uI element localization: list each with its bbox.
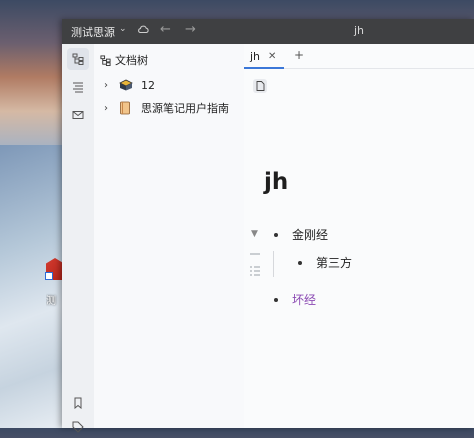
tag-icon [72,421,84,433]
inbox-dock-button[interactable] [67,104,89,126]
desktop-wallpaper [0,145,62,428]
tab-jh[interactable]: jh ✕ [244,44,284,69]
editor-panel: jh ✕ + jh ▼ 金刚经 第三方 坏经 [244,44,474,428]
outline-icon [73,82,83,93]
close-icon[interactable]: ✕ [268,51,276,62]
app-window: 测试思源 ⌄ ← → jh 文档树 › 12 › 思源笔记用户指南 jh ✕ +… [62,19,474,433]
left-dock [62,44,95,433]
document-title[interactable]: jh [264,169,288,195]
back-arrow-icon[interactable]: ← [160,22,171,37]
tree-item-label: 12 [141,78,155,92]
block-gutter-icon[interactable] [249,252,261,276]
add-tab-plus-icon[interactable]: + [294,48,304,62]
chevron-right-icon[interactable]: › [104,80,116,91]
workspace-name[interactable]: 测试思源 [71,24,115,40]
tab-bar: jh ✕ + [244,44,474,69]
document-icon[interactable] [253,79,267,93]
tree-item-user-guide[interactable]: › 思源笔记用户指南 [104,99,229,117]
block-ref-link[interactable]: 坏经 [292,291,316,308]
bookmark-icon [74,397,82,409]
mail-icon [72,111,84,119]
bullet-icon [274,232,278,237]
indent-guide [273,251,274,277]
list-item-text: 第三方 [316,256,353,270]
tree-item-label: 思源笔记用户指南 [141,102,229,115]
list-item[interactable]: 坏经 [274,291,316,308]
list-item-text: 金刚经 [292,228,329,242]
file-tree-title: 文档树 [115,54,148,67]
cloud-icon[interactable] [137,25,149,33]
tag-dock-button[interactable] [67,416,89,438]
tab-label: jh [250,49,261,63]
bullet-icon [298,260,302,265]
notebook-icon[interactable] [119,101,137,115]
chevron-right-icon[interactable]: › [104,103,116,114]
file-tree-icon [100,54,111,66]
window-title: jh [354,24,365,37]
fold-triangle-icon[interactable]: ▼ [251,229,258,239]
tree-item-notebook-12[interactable]: › 12 [104,76,155,94]
file-tree-dock-button[interactable] [67,48,89,70]
chevron-down-icon[interactable]: ⌄ [119,24,127,34]
file-tree-icon [72,53,84,65]
titlebar: 测试思源 ⌄ ← → jh [62,19,474,44]
active-tab-indicator [244,67,284,69]
bullet-icon [274,297,278,302]
list-item[interactable]: 第三方 [298,254,352,271]
file-tree-panel: 文档树 › 12 › 思源笔记用户指南 [94,44,245,428]
forward-arrow-icon[interactable]: → [185,22,196,37]
list-item[interactable]: 金刚经 [274,226,328,243]
box-icon[interactable] [119,79,137,91]
file-tree-header: 文档树 [100,52,148,68]
bookmark-dock-button[interactable] [67,392,89,414]
outline-dock-button[interactable] [67,76,89,98]
